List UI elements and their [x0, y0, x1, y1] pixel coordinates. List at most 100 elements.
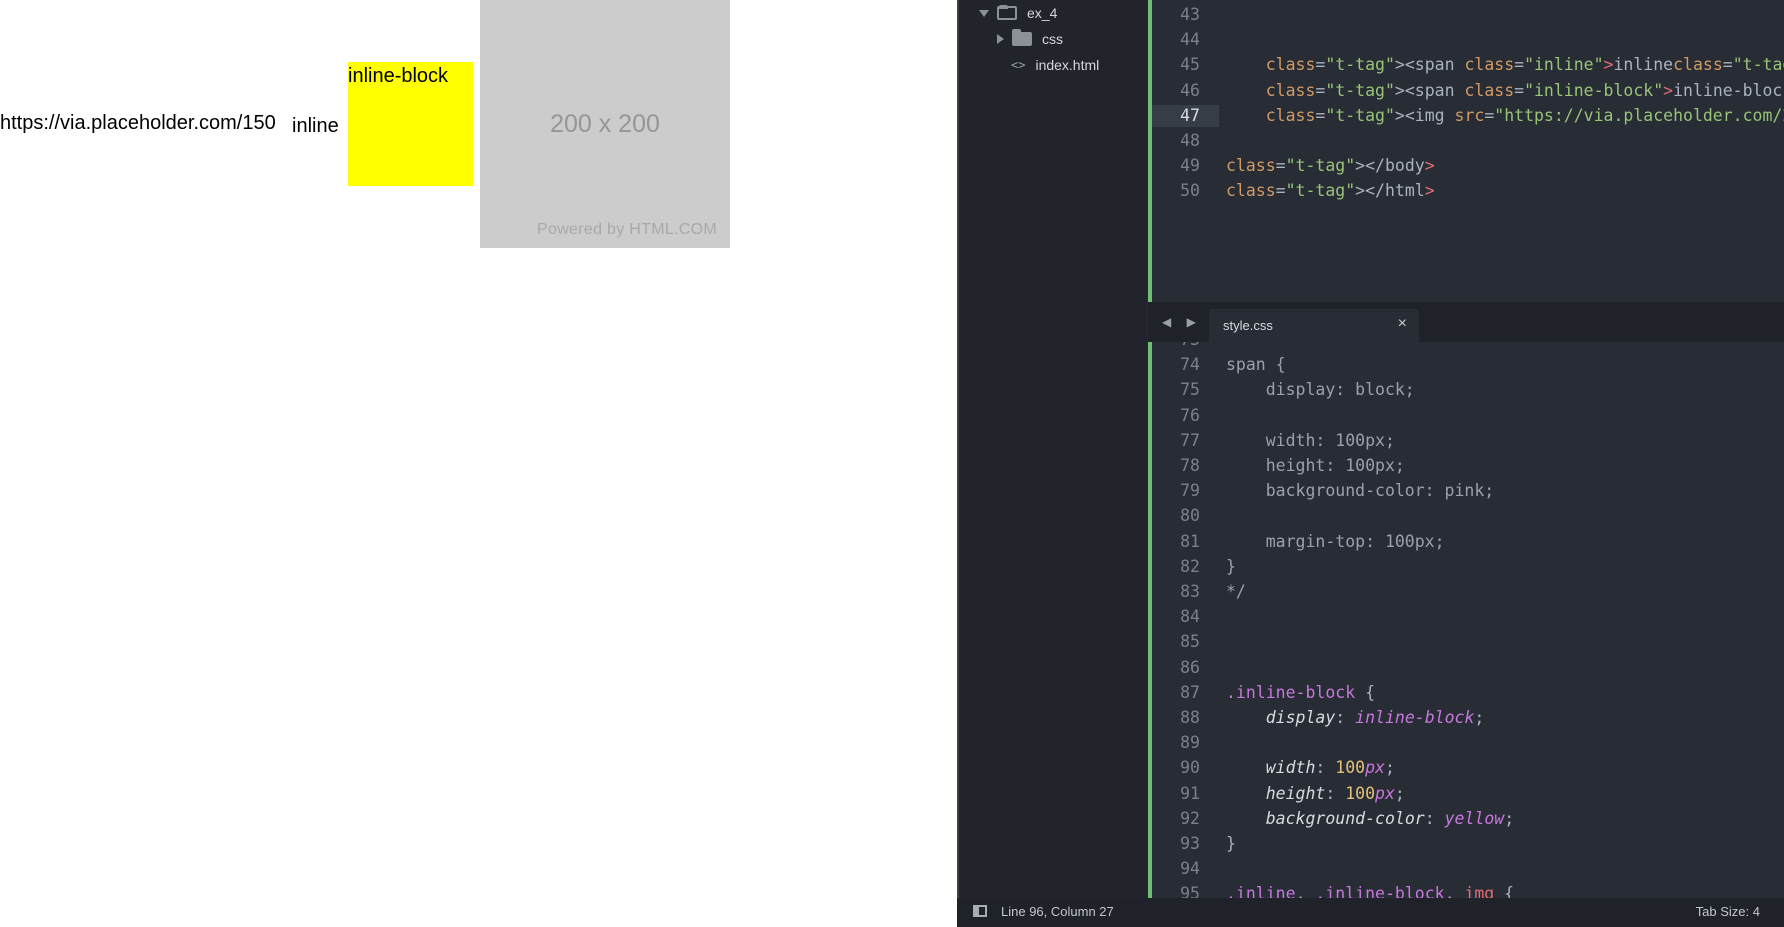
code-line[interactable]: 73 — [1152, 342, 1784, 352]
code-text: height: 100px; — [1265, 783, 1405, 803]
code-line[interactable]: 87 .inline-block { — [1152, 682, 1784, 705]
code-text: background-color: yellow; — [1265, 808, 1515, 828]
folder-open-icon — [997, 5, 1017, 20]
code-text: display: inline-block; — [1265, 708, 1485, 727]
code-line[interactable]: 78 height: 100px; — [1152, 455, 1784, 478]
code-line[interactable]: 44 — [1152, 29, 1784, 52]
code-line[interactable]: 76 — [1152, 405, 1784, 428]
close-icon[interactable]: × — [1398, 315, 1407, 333]
line-number: 84 — [1180, 607, 1200, 627]
code-line[interactable]: 83 */ — [1152, 581, 1784, 604]
code-text: span { — [1226, 355, 1286, 375]
code-line[interactable]: 81 margin-top: 100px; — [1152, 531, 1784, 554]
code-text: width: 100px; — [1265, 758, 1395, 778]
code-text: display: block; — [1226, 380, 1415, 400]
line-number: 49 — [1180, 156, 1200, 176]
line-number: 85 — [1180, 632, 1200, 652]
line-number: 94 — [1180, 859, 1200, 879]
code-text: class="t-tag"></body> — [1226, 156, 1435, 176]
code-line[interactable]: 86 — [1152, 657, 1784, 680]
line-number: 74 — [1180, 355, 1200, 375]
code-text: } — [1226, 556, 1236, 576]
editor-pane-css[interactable]: 73 74 span { 75 display: block; 76 77 width: … — [1148, 342, 1784, 898]
code-line[interactable]: 45 class="t-tag"><span class="inline">in… — [1152, 54, 1784, 77]
tree-folder-css[interactable]: css — [997, 27, 1063, 51]
tree-folder-ex4[interactable]: ex_4 — [979, 1, 1057, 25]
file-tree-sidebar: ex_4 css <> index.html — [957, 0, 1147, 898]
browser-preview: https://via.placeholder.com/150 inline i… — [0, 0, 957, 927]
line-number: 75 — [1180, 380, 1200, 400]
line-number: 47 — [1180, 105, 1200, 125]
code-text: class="t-tag"></html> — [1226, 181, 1435, 201]
line-number: 46 — [1180, 80, 1200, 100]
code-line[interactable]: 48 — [1152, 130, 1784, 153]
line-number: 44 — [1180, 30, 1200, 50]
inline-block-label: inline-block — [348, 65, 449, 87]
line-number: 79 — [1180, 481, 1200, 501]
line-number: 73 — [1152, 342, 1200, 352]
code-line[interactable]: 93} — [1152, 833, 1784, 856]
cursor-position[interactable]: Line 96, Column 27 — [1001, 904, 1114, 919]
code-text: class="t-tag"><span class="inline">inlin… — [1265, 55, 1784, 75]
code-line[interactable]: 82} — [1152, 556, 1784, 579]
code-text: .inline-block { — [1226, 682, 1376, 702]
code-file-icon: <> — [1011, 58, 1026, 72]
inline-block-span: inline-block — [348, 62, 473, 186]
line-number: 86 — [1180, 657, 1200, 677]
code-line[interactable]: 79 background-color: pink; — [1152, 480, 1784, 503]
code-text: width: 100px; — [1226, 430, 1395, 450]
line-number: 90 — [1180, 758, 1200, 778]
code-line[interactable]: 74 span { — [1152, 354, 1784, 377]
chevron-right-icon[interactable] — [997, 34, 1004, 44]
editor-tab-bar: ◀ ▶ style.css × — [1148, 302, 1784, 342]
code-line[interactable]: 95 .inline, .inline-block, img { — [1152, 883, 1784, 898]
tree-file-index[interactable]: <> index.html — [1011, 53, 1099, 77]
broken-image-alt-text: https://via.placeholder.com/150 — [0, 112, 276, 134]
line-number: 82 — [1180, 556, 1200, 576]
code-line[interactable]: 75 display: block; — [1152, 379, 1784, 402]
code-line[interactable]: 88 display: inline-block; — [1152, 707, 1784, 730]
line-number: 81 — [1180, 531, 1200, 551]
line-number: 92 — [1180, 808, 1200, 828]
line-number: 93 — [1180, 834, 1200, 853]
tab-style-css[interactable]: style.css × — [1209, 309, 1419, 342]
code-text: class="t-tag"><span class="inline-block"… — [1265, 80, 1784, 100]
code-line[interactable]: 77 width: 100px; — [1152, 430, 1784, 453]
code-line[interactable]: 50 class="t-tag"></html> — [1152, 180, 1784, 203]
placeholder-dimensions: 200 x 200 — [550, 110, 660, 138]
line-number: 48 — [1180, 131, 1200, 150]
line-number: 45 — [1180, 55, 1200, 75]
code-line[interactable]: 91 height: 100px; — [1152, 783, 1784, 806]
code-line[interactable]: 43 — [1152, 4, 1784, 27]
code-text: height: 100px; — [1226, 456, 1405, 475]
line-number: 87 — [1180, 682, 1200, 702]
line-number: 91 — [1180, 783, 1200, 803]
tree-file-index-label: index.html — [1035, 57, 1100, 73]
line-number: 77 — [1180, 430, 1200, 450]
tree-folder-ex4-label: ex_4 — [1027, 5, 1058, 21]
line-number: 88 — [1180, 708, 1200, 727]
status-bar: Line 96, Column 27 Tab Size: 4 — [957, 898, 1784, 927]
line-number: 80 — [1180, 506, 1200, 526]
code-line[interactable]: 46 class="t-tag"><span class="inline-blo… — [1152, 80, 1784, 103]
code-line[interactable]: 85 — [1152, 631, 1784, 654]
code-line[interactable]: 94 — [1152, 858, 1784, 881]
line-number: 89 — [1180, 733, 1200, 753]
code-line[interactable]: 89 — [1152, 732, 1784, 755]
code-text: class="t-tag"><img src="https://via.plac… — [1265, 105, 1784, 125]
code-text: margin-top: 100px; — [1226, 531, 1445, 551]
code-line[interactable]: 84 — [1152, 606, 1784, 629]
code-line[interactable]: 47 class="t-tag"><img src="https://via.p… — [1152, 104, 1784, 128]
code-line[interactable]: 90 width: 100px; — [1152, 757, 1784, 780]
editor-pane-html[interactable]: 43 44 45 class="t-tag"><span class="inline… — [1148, 0, 1784, 302]
line-number: 95 — [1180, 884, 1200, 898]
tab-label: style.css — [1223, 318, 1273, 333]
tab-nav-arrows-icon[interactable]: ◀ ▶ — [1162, 315, 1202, 329]
toggle-sidebar-icon[interactable] — [973, 905, 987, 917]
chevron-down-icon[interactable] — [979, 9, 989, 17]
code-line[interactable]: 80 — [1152, 505, 1784, 528]
tab-size-indicator[interactable]: Tab Size: 4 — [1696, 904, 1760, 919]
code-line[interactable]: 92 background-color: yellow; — [1152, 808, 1784, 831]
code-line[interactable]: 49 class="t-tag"></body> — [1152, 155, 1784, 178]
placeholder-image: 200 x 200 Powered by HTML.COM — [480, 0, 730, 248]
